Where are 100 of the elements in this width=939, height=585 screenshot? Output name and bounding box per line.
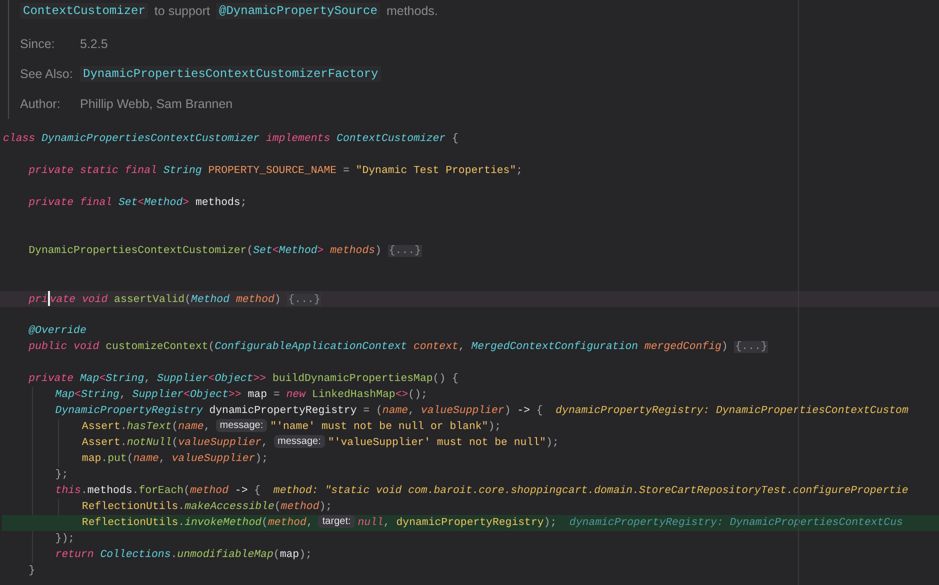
punctuation: ( (208, 341, 215, 353)
parameter-hint: message: (216, 419, 268, 432)
doc-text: Phillip Webb, Sam Brannen (80, 97, 233, 111)
method-name: buildDynamicPropertiesMap (272, 373, 433, 385)
punctuation: ); (255, 453, 268, 465)
method-name: customizeContext (106, 341, 208, 353)
method-call: put (108, 453, 127, 465)
code-reference[interactable]: DynamicPropertiesContextCustomizerFactory (80, 66, 382, 82)
type-name: String (80, 389, 120, 401)
punctuation: , (119, 389, 126, 401)
punctuation: }); (55, 533, 75, 545)
code-reference[interactable]: @DynamicPropertySource (216, 3, 380, 19)
type-name: ConfigurableApplicationContext (214, 341, 408, 353)
inline-value-hint: dynamicPropertyRegistry: DynamicPropertiesContextCustom (556, 405, 908, 417)
parameter-hint: target: (318, 515, 355, 528)
parameter-name: method (268, 517, 306, 529)
punctuation: ; (516, 165, 523, 177)
punctuation: ); (299, 549, 312, 561)
punctuation: }; (55, 469, 68, 481)
method-call: LinkedHashMap (312, 389, 396, 401)
punctuation: , (306, 517, 313, 529)
string-literal: "Dynamic Test Properties" (356, 165, 516, 177)
keyword: class (3, 133, 36, 145)
keyword: < (99, 373, 106, 385)
punctuation: ); (488, 421, 502, 433)
keyword: private final (28, 197, 112, 209)
punctuation: = (342, 165, 350, 177)
type-name: Method (191, 294, 230, 306)
tag-label: Since: (20, 37, 56, 51)
type-name: DynamicPropertyRegistry (55, 405, 203, 417)
folded-code[interactable]: {...} (388, 245, 422, 257)
punctuation: ( (246, 245, 254, 257)
keyword: < (272, 245, 279, 257)
keyword: vate void (50, 294, 108, 306)
parameter-name: mergedConfig (644, 341, 722, 353)
type-name: Supplier (132, 389, 184, 401)
method-call: unmodifiableMap (177, 549, 274, 561)
keyword: < (74, 389, 81, 401)
doc-text: methods. (386, 4, 438, 18)
keyword: private static final (28, 165, 157, 177)
identifier: ReflectionUtils (82, 517, 178, 529)
code-reference[interactable]: ContextCustomizer (20, 3, 148, 19)
keyword: >> (228, 389, 242, 401)
keyword: private (28, 373, 74, 385)
punctuation: (); (408, 389, 428, 401)
identifier: map (82, 453, 102, 465)
punctuation: ( (274, 501, 281, 513)
punctuation: ; (240, 197, 247, 209)
punctuation: , (144, 373, 151, 385)
identifier: ReflectionUtils (82, 501, 178, 513)
inline-value-hint: method: "static void com.baroit.core.shoppingcart.domain.StoreCartRepositoryTest.configurePropertie (273, 485, 908, 497)
method-call: forEach (138, 485, 184, 497)
folded-code[interactable]: {...} (287, 294, 322, 306)
keyword: < (138, 197, 144, 209)
keyword: <> (395, 389, 408, 401)
punctuation: ( (184, 485, 190, 497)
identifier: Assert (82, 421, 120, 433)
punctuation: ); (544, 517, 557, 529)
keyword: this (55, 485, 81, 497)
keyword: < (184, 389, 190, 401)
doc-text: 5.2.5 (80, 37, 108, 51)
identifier: map (280, 549, 300, 561)
punctuation: . (80, 485, 88, 497)
punctuation: . (120, 421, 127, 433)
punctuation: . (178, 517, 185, 529)
method-name: DynamicPropertiesContextCustomizer (28, 245, 247, 257)
punctuation: . (120, 437, 127, 449)
parameter-name: valueSupplier (178, 437, 262, 449)
method-call: notNull (126, 437, 172, 449)
punctuation: () { (432, 373, 458, 385)
identifier: methods (195, 197, 240, 209)
punctuation: ( (172, 437, 178, 449)
type-name: Method (144, 197, 183, 209)
identifier: -> (517, 405, 530, 417)
type-name: Map (55, 389, 75, 401)
punctuation: ( (184, 294, 192, 306)
type-name: Object (190, 389, 228, 401)
type-name: String (106, 373, 144, 385)
punctuation: = (273, 389, 280, 401)
string-literal: "'valueSupplier' must not be null" (328, 437, 546, 449)
parameter-name: name (133, 453, 159, 465)
parameter-name: name (382, 405, 408, 417)
folded-code[interactable]: {...} (734, 341, 768, 353)
type-name: Collections (100, 549, 171, 561)
parameter-name: valueSupplier (172, 453, 256, 465)
punctuation: , (383, 517, 390, 529)
punctuation: } (28, 565, 36, 577)
keyword: > (182, 197, 190, 209)
punctuation: ) (274, 294, 281, 306)
keyword: < (208, 373, 215, 385)
type-name: ContextCustomizer (336, 133, 446, 145)
type-name: Supplier (156, 373, 208, 385)
keyword: pri (28, 294, 48, 306)
parameter-name: method (280, 501, 320, 513)
identifier: dynamicPropertyRegistry (396, 517, 544, 529)
parameter-name: method (190, 485, 228, 497)
punctuation: ( (273, 549, 280, 561)
identifier: -> (234, 485, 248, 497)
keyword: >> (253, 373, 266, 385)
punctuation: . (178, 501, 185, 513)
